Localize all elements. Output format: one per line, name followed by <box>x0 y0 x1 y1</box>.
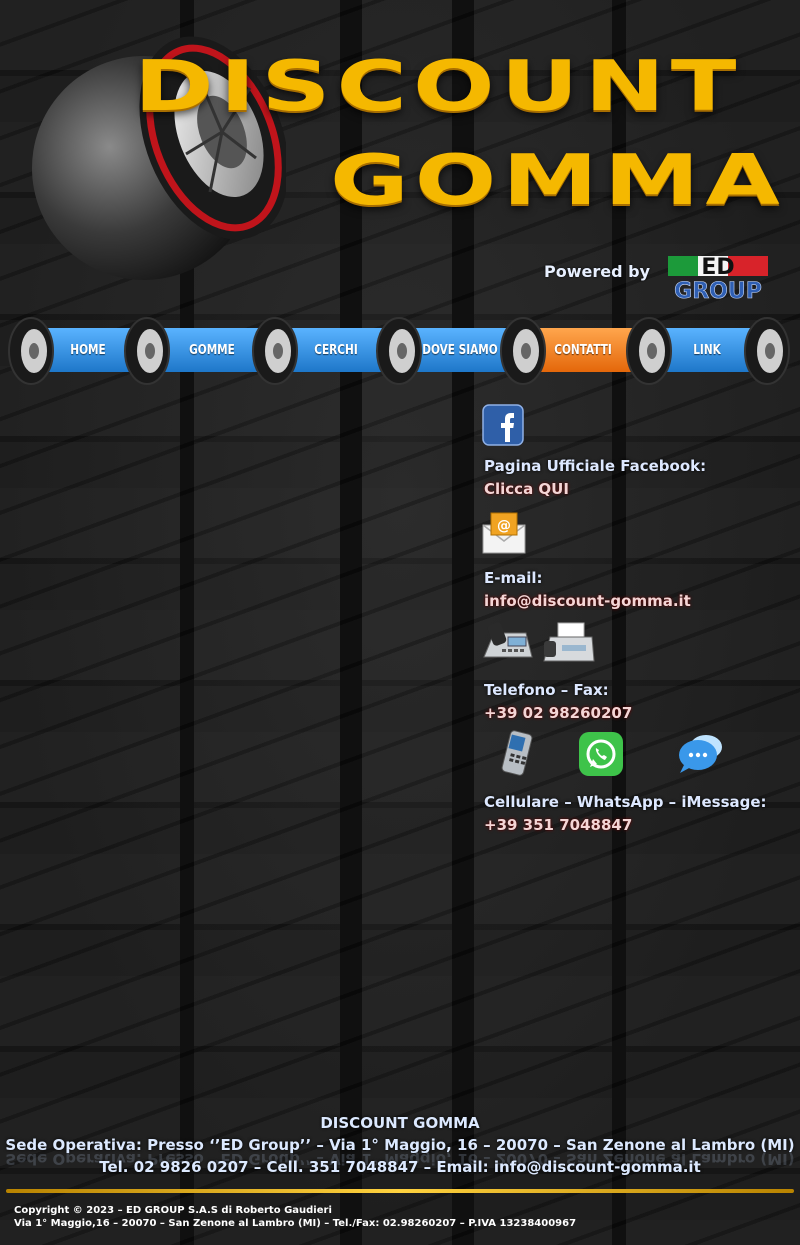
email-label: E-mail: <box>484 569 543 587</box>
copyright-line2: Via 1° Maggio,16 – 20070 – San Zenone al… <box>14 1218 577 1229</box>
nav-tire-icon <box>500 317 546 385</box>
nav-cerchi[interactable]: CERCHI <box>298 328 374 372</box>
facebook-label: Pagina Ufficiale Facebook: <box>484 457 707 475</box>
main-nav: HOME GOMME CERCHI DOVE SIAMO CONTATTI LI… <box>8 316 792 386</box>
facebook-link[interactable]: Clicca QUI <box>484 480 569 498</box>
nav-dove-siamo[interactable]: DOVE SIAMO <box>417 328 503 372</box>
nav-gomme[interactable]: GOMME <box>174 328 250 372</box>
facebook-icon[interactable] <box>482 404 524 446</box>
footer-contacts: Tel. 02 9826 0207 – Cell. 351 7048847 – … <box>99 1158 701 1176</box>
desk-phone-icon <box>483 622 533 658</box>
imessage-icon[interactable] <box>676 731 724 777</box>
fax-icon <box>543 622 595 662</box>
phone-label: Telefono – Fax: <box>484 681 609 699</box>
nav-contatti[interactable]: CONTATTI <box>544 328 621 372</box>
ed-logo-text-bottom: GROUP <box>674 279 762 302</box>
nav-tire-icon <box>376 317 422 385</box>
nav-tire-icon <box>252 317 298 385</box>
footer-company-name: DISCOUNT GOMMA <box>320 1114 480 1132</box>
nav-tire-icon <box>8 317 54 385</box>
site-title-line1: DISCOUNT <box>134 46 743 127</box>
powered-by-label: Powered by <box>544 262 650 281</box>
email-link[interactable]: info@discount-gomma.it <box>484 592 691 610</box>
phone-number[interactable]: +39 02 98260207 <box>484 704 632 722</box>
mail-icon[interactable]: @ <box>481 511 527 555</box>
ed-group-logo[interactable]: ED GROUP <box>664 252 772 302</box>
mobile-label: Cellulare – WhatsApp – iMessage: <box>484 793 767 811</box>
nav-tire-icon <box>744 317 790 385</box>
whatsapp-icon[interactable] <box>578 731 624 777</box>
nav-tire-icon <box>124 317 170 385</box>
mobile-phone-icon <box>501 730 533 776</box>
site-title-line2: GOMMA <box>330 140 786 221</box>
copyright-line1: Copyright © 2023 – ED GROUP S.A.S di Rob… <box>14 1205 332 1216</box>
footer-divider <box>6 1189 794 1193</box>
nav-home[interactable]: HOME <box>52 328 124 372</box>
mobile-number[interactable]: +39 351 7048847 <box>484 816 632 834</box>
nav-tire-icon <box>626 317 672 385</box>
site-header: DISCOUNT GOMMA Powered by ED GROUP <box>0 0 800 302</box>
ed-logo-text-top: ED <box>701 255 734 280</box>
nav-link[interactable]: LINK <box>668 328 745 372</box>
svg-text:@: @ <box>497 518 511 534</box>
